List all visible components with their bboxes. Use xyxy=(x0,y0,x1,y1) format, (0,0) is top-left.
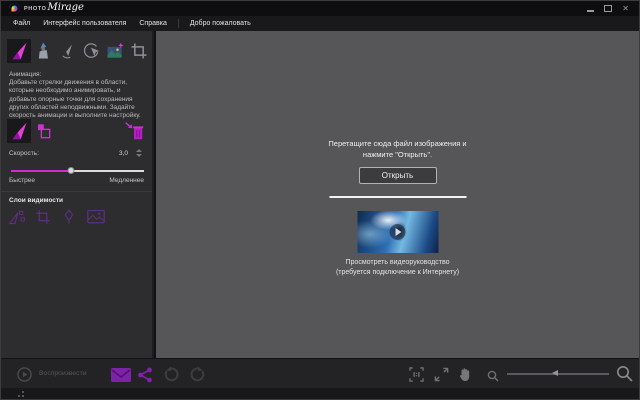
sidebar-divider xyxy=(1,191,152,192)
fit-to-screen-button[interactable] xyxy=(434,367,449,387)
minimize-button[interactable] xyxy=(587,10,594,12)
zoom-in-button[interactable] xyxy=(616,365,633,387)
animation-help-body: Добавьте стрелки движения в области, кот… xyxy=(9,79,149,120)
crop-icon xyxy=(129,41,149,61)
crop-layer-icon xyxy=(34,208,52,226)
menu-divider xyxy=(178,19,179,28)
pin-layer-icon xyxy=(60,208,78,226)
anchor-squares-icon xyxy=(33,121,53,141)
play-button[interactable] xyxy=(17,367,32,387)
pushpin-icon xyxy=(33,41,53,61)
speed-slider[interactable] xyxy=(11,167,144,174)
share-icon xyxy=(137,367,153,383)
bottom-toolbar: Воспроизвести xyxy=(1,358,639,388)
zoom-slider[interactable] xyxy=(507,369,609,379)
animate-arrow-tool[interactable] xyxy=(7,39,31,63)
image-drop-zone[interactable]: Перетащите сюда файл изображения и нажми… xyxy=(156,31,639,358)
zoom-out-button[interactable] xyxy=(487,369,499,387)
play-overlay-icon[interactable] xyxy=(390,224,406,240)
actual-size-button[interactable] xyxy=(409,367,424,387)
envelope-icon xyxy=(111,368,131,382)
image-visibility-toggle[interactable] xyxy=(85,207,107,227)
play-circle-icon xyxy=(17,367,32,382)
speed-slider-fill xyxy=(11,170,71,172)
menu-welcome[interactable]: Добро пожаловать xyxy=(188,19,253,28)
delete-arrow-button[interactable] xyxy=(122,119,146,143)
layer-visibility-row xyxy=(7,207,107,227)
undo-button[interactable] xyxy=(162,366,179,388)
photo-sparkle-icon xyxy=(105,41,125,61)
redo-icon xyxy=(190,366,207,383)
status-bar xyxy=(1,388,639,399)
drop-hint-line2: нажмите "Открыть". xyxy=(156,150,639,161)
lasso-select-icon xyxy=(81,41,101,61)
email-share-button[interactable] xyxy=(111,368,131,387)
maximize-button[interactable] xyxy=(604,5,612,12)
faster-label: Быстрее xyxy=(9,177,35,184)
main-tool-row xyxy=(7,39,151,63)
photo-enhance-tool[interactable] xyxy=(103,39,127,63)
image-layer-icon xyxy=(86,208,106,226)
motion-arrow-subtool[interactable] xyxy=(7,119,31,143)
arrow-subtool-row xyxy=(7,119,55,143)
erase-arrow-tool[interactable] xyxy=(55,39,79,63)
title-bar: PHOTO Mirage ✕ xyxy=(1,1,639,16)
open-button[interactable]: Открыть xyxy=(359,167,437,184)
magenta-arrow-icon xyxy=(9,41,29,61)
brand-mirage: Mirage xyxy=(47,2,84,13)
hand-icon xyxy=(458,366,472,382)
layers-header: Слои видимости xyxy=(9,197,63,204)
zoom-slider-thumb[interactable] xyxy=(552,370,558,376)
anchors-visibility-toggle[interactable] xyxy=(59,207,79,227)
animation-help-title: Анимация: xyxy=(9,71,41,78)
arrows-layer-icon xyxy=(7,208,27,226)
magenta-arrow-icon xyxy=(9,121,29,141)
anchor-pin-tool[interactable] xyxy=(31,39,55,63)
speed-value[interactable]: 3,0 xyxy=(119,150,128,157)
drop-hint: Перетащите сюда файл изображения и нажми… xyxy=(156,139,639,160)
menu-help[interactable]: Справка xyxy=(137,19,168,28)
one-to-one-icon xyxy=(409,367,424,382)
speed-spinner[interactable] xyxy=(136,149,142,157)
pan-tool-button[interactable] xyxy=(458,366,472,387)
trash-icon xyxy=(123,120,145,142)
canvas-divider xyxy=(329,196,466,198)
speed-label: Скорость: xyxy=(9,150,39,157)
resize-grip[interactable] xyxy=(18,391,26,397)
speed-slider-thumb[interactable] xyxy=(67,167,74,174)
logo-swirl-icon xyxy=(9,3,20,14)
app-window: PHOTO Mirage ✕ Файл Интерфейс пользовате… xyxy=(0,0,640,400)
video-tutorial-thumbnail[interactable] xyxy=(357,211,438,253)
app-logo: PHOTO Mirage xyxy=(9,3,84,14)
close-button[interactable]: ✕ xyxy=(622,4,629,13)
anchor-points-subtool[interactable] xyxy=(31,119,55,143)
window-controls: ✕ xyxy=(587,4,629,13)
drop-hint-line1: Перетащите сюда файл изображения и xyxy=(156,139,639,150)
share-button[interactable] xyxy=(137,367,153,388)
tools-sidebar: Анимация: Добавьте стрелки движения в об… xyxy=(1,31,154,358)
menu-bar: Файл Интерфейс пользователя Справка Добр… xyxy=(1,16,639,31)
video-caption-line2: (требуется подключение к Интернету) xyxy=(156,268,639,278)
video-caption-line1: Просмотреть видеоруководство xyxy=(156,258,639,268)
redo-button[interactable] xyxy=(190,366,207,388)
spinner-up-icon[interactable] xyxy=(136,149,142,152)
menu-file[interactable]: Файл xyxy=(11,19,32,28)
magnifier-large-icon xyxy=(616,365,633,382)
select-area-tool[interactable] xyxy=(79,39,103,63)
menu-ui[interactable]: Интерфейс пользователя xyxy=(41,19,128,28)
magnifier-small-icon xyxy=(487,370,499,382)
spinner-down-icon[interactable] xyxy=(136,154,142,157)
brand-photo: PHOTO xyxy=(24,6,46,12)
erase-arrow-icon xyxy=(57,41,77,61)
crop-tool[interactable] xyxy=(127,39,151,63)
expand-arrows-icon xyxy=(434,367,449,382)
undo-icon xyxy=(162,366,179,383)
play-label: Воспроизвести xyxy=(39,370,87,377)
slower-label: Медленнее xyxy=(109,177,144,184)
zoom-slider-track[interactable] xyxy=(507,373,609,375)
crop-visibility-toggle[interactable] xyxy=(33,207,53,227)
video-caption: Просмотреть видеоруководство (требуется … xyxy=(156,258,639,278)
arrows-visibility-toggle[interactable] xyxy=(7,207,27,227)
